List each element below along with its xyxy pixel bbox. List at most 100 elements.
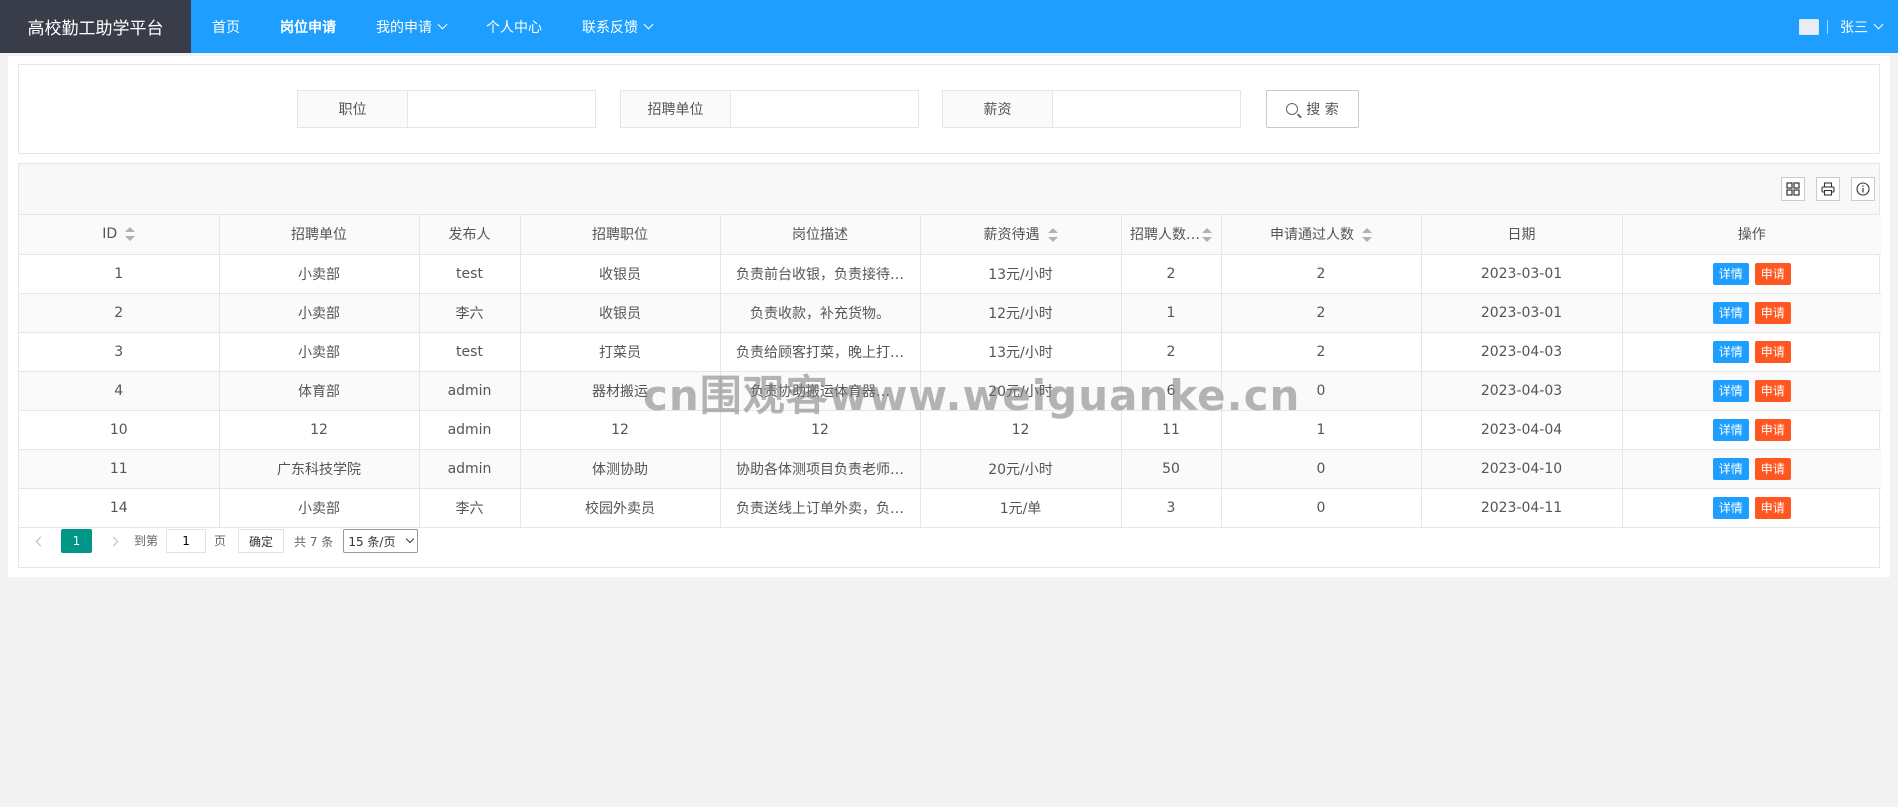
cell-date: 2023-04-10 (1421, 449, 1623, 489)
app-logo[interactable]: 高校勤工助学平台 (0, 0, 191, 53)
cell-desc: 负责送线上订单外卖，负… (720, 488, 921, 528)
user-menu[interactable]: 张三 (1840, 17, 1884, 37)
sort-icon[interactable] (1362, 228, 1372, 243)
cell-date: 2023-03-01 (1421, 293, 1623, 333)
cell-passed: 2 (1221, 332, 1422, 372)
cell-date: 2023-04-03 (1421, 332, 1623, 372)
main-nav: 首页 岗位申请 我的申请 个人中心 联系反馈 (212, 0, 692, 53)
col-desc-label: 岗位描述 (792, 227, 848, 244)
cell-publisher: admin (419, 371, 521, 411)
cell-date: 2023-04-04 (1421, 410, 1623, 450)
cell-count: 11 (1121, 410, 1222, 450)
table-header: ID 招聘单位 发布人 招聘职位 岗位描述 薪资待遇 招聘人数… 申请通过人数 … (19, 215, 1881, 255)
col-salary[interactable]: 薪资待遇 (920, 215, 1122, 255)
page-suffix: 页 (214, 534, 227, 548)
cell-unit: 小卖部 (219, 293, 420, 333)
nav-job-apply[interactable]: 岗位申请 (280, 0, 336, 53)
detail-button[interactable]: 详情 (1712, 301, 1749, 324)
unit-input[interactable] (731, 91, 918, 127)
sort-icon[interactable] (125, 227, 136, 242)
apply-button[interactable]: 申请 (1754, 301, 1791, 324)
cell-count: 2 (1121, 254, 1222, 294)
cell-count: 1 (1121, 293, 1222, 333)
next-page-button[interactable] (102, 530, 124, 552)
table-row: 4 体育部 admin 器材搬运 负责协助搬运体育器… 20元/小时 6 0 2023-04-0… (19, 371, 1881, 411)
cell-salary: 13元/小时 (920, 254, 1122, 294)
print-icon[interactable] (1816, 177, 1840, 201)
cell-salary: 1元/单 (920, 488, 1122, 528)
goto-label: 到第 (134, 534, 159, 548)
col-date-label: 日期 (1507, 227, 1536, 244)
nav-job-apply-label: 岗位申请 (280, 19, 336, 36)
cell-salary: 20元/小时 (920, 449, 1122, 489)
search-button[interactable]: 搜 索 (1266, 90, 1359, 128)
cell-position: 12 (520, 410, 721, 450)
goto-page-input[interactable] (166, 529, 207, 553)
cell-passed: 0 (1221, 371, 1422, 411)
nav-profile-label: 个人中心 (486, 19, 542, 36)
info-icon[interactable] (1851, 177, 1875, 201)
table-row: 1 小卖部 test 收银员 负责前台收银，负责接待… 13元/小时 2 2 2023-03-0… (19, 254, 1881, 294)
nav-my-applications[interactable]: 我的申请 (376, 0, 448, 53)
col-unit: 招聘单位 (219, 215, 420, 255)
nav-home-label: 首页 (212, 19, 240, 36)
cell-salary: 13元/小时 (920, 332, 1122, 372)
goto-group: 到第 页 (134, 529, 226, 553)
cell-salary: 12元/小时 (920, 293, 1122, 333)
cell-date: 2023-03-01 (1421, 254, 1623, 294)
avatar[interactable] (1799, 18, 1819, 35)
nav-profile[interactable]: 个人中心 (486, 0, 542, 53)
apply-button[interactable]: 申请 (1754, 418, 1791, 441)
prev-page-button[interactable] (29, 530, 51, 552)
cell-passed: 0 (1221, 488, 1422, 528)
nav-home[interactable]: 首页 (212, 0, 240, 53)
table-row: 3 小卖部 test 打菜员 负责给顾客打菜，晚上打… 13元/小时 2 2 2023-04-0… (19, 332, 1881, 372)
table-toolbar (19, 164, 1879, 215)
detail-button[interactable]: 详情 (1712, 496, 1749, 519)
apply-button[interactable]: 申请 (1754, 340, 1791, 363)
apply-button[interactable]: 申请 (1754, 496, 1791, 519)
columns-icon[interactable] (1781, 177, 1805, 201)
unit-label: 招聘单位 (621, 91, 731, 127)
apply-button[interactable]: 申请 (1754, 457, 1791, 480)
detail-button[interactable]: 详情 (1712, 262, 1749, 285)
salary-label: 薪资 (943, 91, 1053, 127)
current-page[interactable]: 1 (61, 529, 92, 553)
cell-id: 3 (19, 332, 220, 372)
col-count[interactable]: 招聘人数… (1121, 215, 1222, 255)
cell-position: 打菜员 (520, 332, 721, 372)
cell-publisher: 李六 (419, 293, 521, 333)
col-unit-label: 招聘单位 (291, 227, 347, 244)
detail-button[interactable]: 详情 (1712, 457, 1749, 480)
sort-icon[interactable] (1202, 228, 1212, 243)
nav-feedback[interactable]: 联系反馈 (582, 0, 654, 53)
col-id[interactable]: ID (19, 215, 220, 255)
detail-button[interactable]: 详情 (1712, 340, 1749, 363)
detail-button[interactable]: 详情 (1712, 379, 1749, 402)
col-position: 招聘职位 (520, 215, 721, 255)
col-passed[interactable]: 申请通过人数 (1221, 215, 1422, 255)
cell-id: 11 (19, 449, 220, 489)
detail-button[interactable]: 详情 (1712, 418, 1749, 441)
position-field: 职位 (297, 90, 596, 128)
job-table: ID 招聘单位 发布人 招聘职位 岗位描述 薪资待遇 招聘人数… 申请通过人数 … (19, 215, 1881, 528)
cell-passed: 0 (1221, 449, 1422, 489)
goto-confirm-button[interactable]: 确定 (238, 529, 285, 553)
apply-button[interactable]: 申请 (1754, 262, 1791, 285)
page-size-select[interactable]: 15 条/页 (343, 529, 419, 553)
cell-count: 50 (1121, 449, 1222, 489)
cell-actions: 详情 申请 (1622, 410, 1881, 450)
cell-salary: 20元/小时 (920, 371, 1122, 411)
salary-input[interactable] (1053, 91, 1240, 127)
cell-count: 3 (1121, 488, 1222, 528)
apply-button[interactable]: 申请 (1754, 379, 1791, 402)
cell-desc: 负责前台收银，负责接待… (720, 254, 921, 294)
position-input[interactable] (408, 91, 595, 127)
sort-icon[interactable] (1047, 228, 1058, 243)
cell-id: 2 (19, 293, 220, 333)
cell-count: 2 (1121, 332, 1222, 372)
cell-id: 1 (19, 254, 220, 294)
cell-salary: 12 (920, 410, 1122, 450)
nav-feedback-label: 联系反馈 (582, 19, 638, 36)
cell-actions: 详情 申请 (1622, 332, 1881, 372)
